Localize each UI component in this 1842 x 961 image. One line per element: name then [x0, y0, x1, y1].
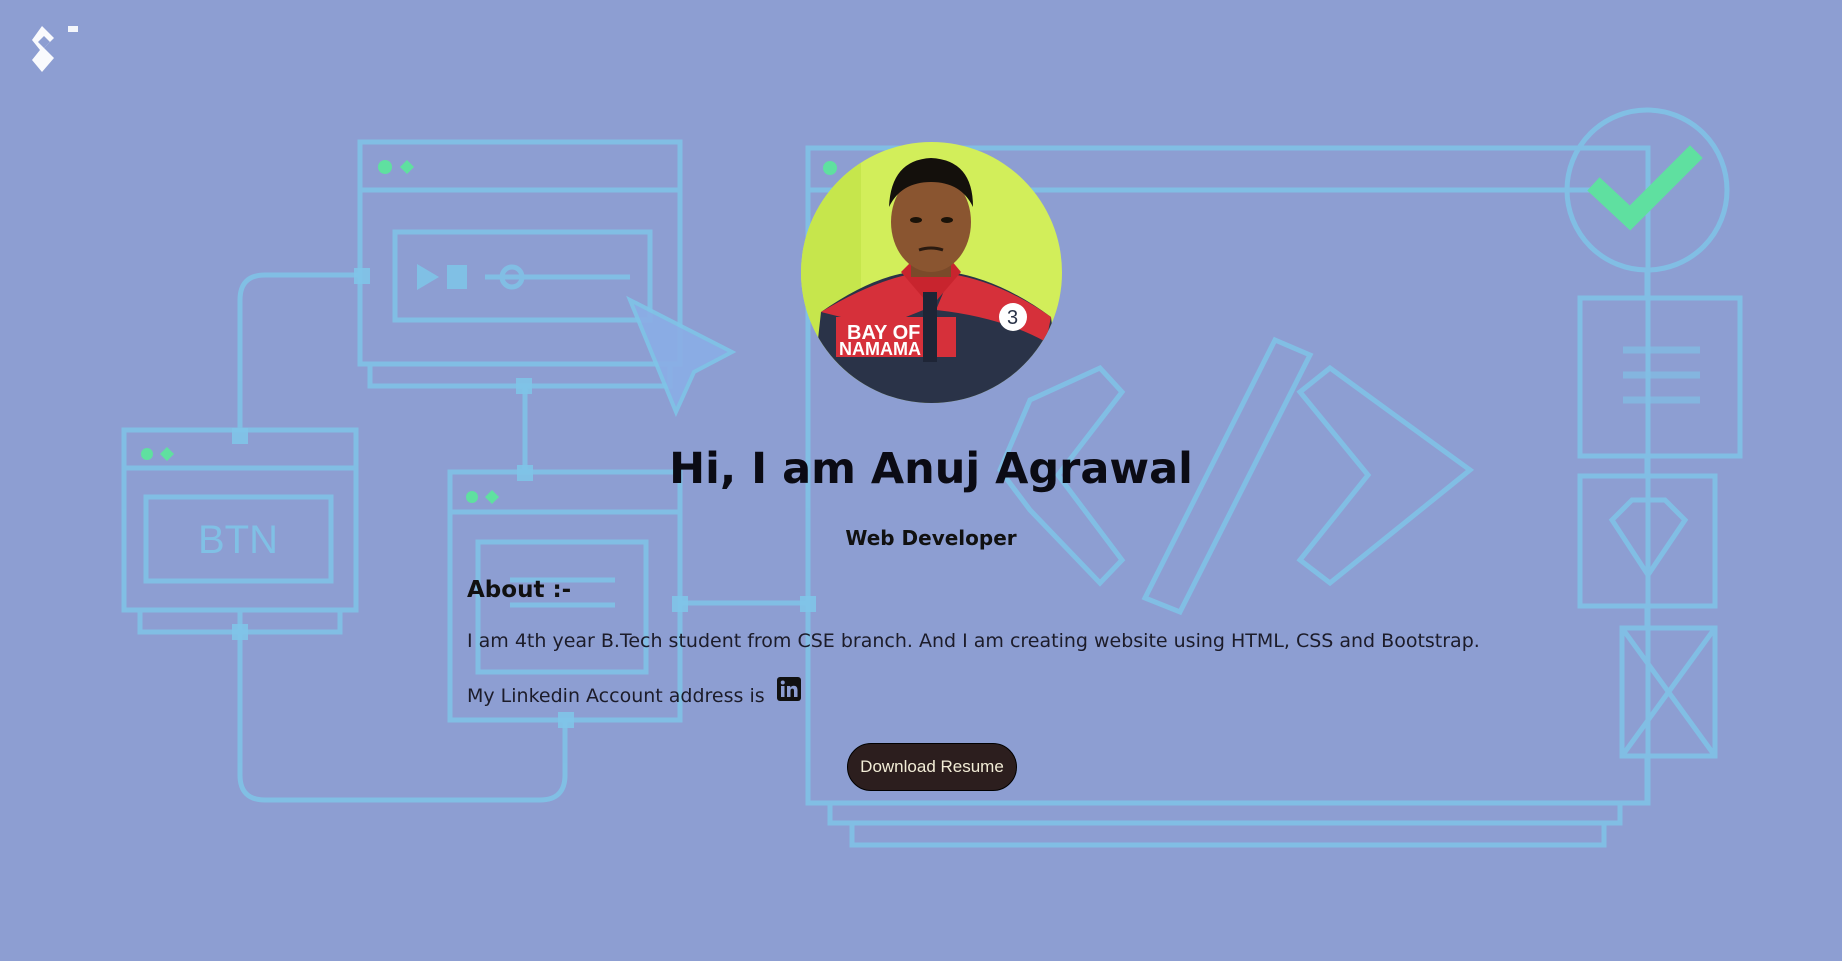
- linkedin-label: My Linkedin Account address is: [467, 685, 765, 707]
- about-heading: About :-: [467, 577, 572, 603]
- svg-text:3: 3: [1007, 307, 1018, 329]
- profile-photo: BAY OF NAMAMA 3: [801, 142, 1062, 403]
- download-resume-button[interactable]: Download Resume: [847, 743, 1017, 791]
- toptal-logo-icon[interactable]: [24, 22, 84, 82]
- linkedin-icon[interactable]: [776, 677, 801, 701]
- role-subtitle: Web Developer: [845, 526, 1017, 550]
- linkedin-row: My Linkedin Account address is: [467, 677, 801, 708]
- about-description: I am 4th year B.Tech student from CSE br…: [467, 630, 1480, 652]
- page-title: Hi, I am Anuj Agrawal: [669, 444, 1193, 494]
- svg-text:NAMAMA: NAMAMA: [839, 339, 921, 359]
